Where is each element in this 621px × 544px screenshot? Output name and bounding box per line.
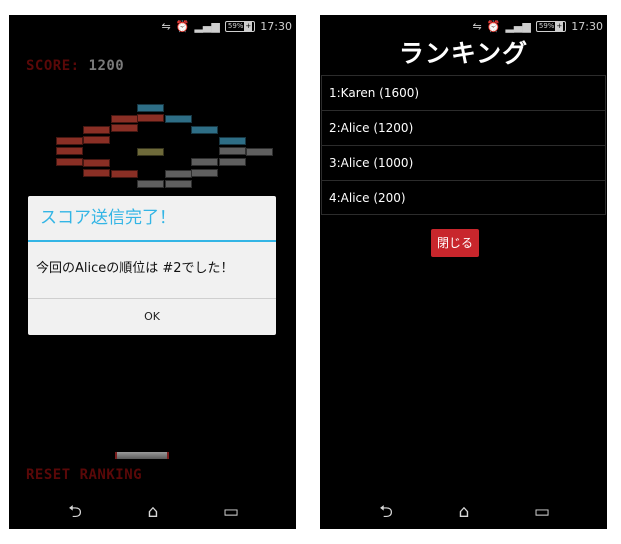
brick — [83, 136, 110, 144]
score-value: 1200 — [88, 58, 125, 74]
brick — [219, 147, 246, 155]
recents-icon[interactable]: ▭ — [522, 499, 562, 525]
game-screen: ⇋ ⏰ ▂▄▆ 59% + 17:30 SCORE: 1200 スコア送信完了！… — [9, 15, 296, 529]
ranking-row[interactable]: 2:Alice (1200) — [321, 110, 606, 145]
back-icon[interactable]: ⮌ — [55, 499, 95, 525]
brick — [137, 104, 164, 112]
brick — [111, 170, 138, 178]
clock: 17:30 — [260, 20, 292, 33]
nav-bar: ⮌ ⌂ ▭ — [320, 495, 607, 529]
brick — [219, 158, 246, 166]
battery-icon: 59% + — [535, 21, 567, 32]
ranking-row[interactable]: 4:Alice (200) — [321, 180, 606, 215]
brick — [83, 126, 110, 134]
battery-icon: 59% + — [224, 21, 256, 32]
alarm-icon: ⏰ — [486, 20, 501, 33]
brick — [165, 180, 192, 188]
vibrate-icon: ⇋ — [472, 20, 482, 33]
dialog-title: スコア送信完了！ — [28, 196, 276, 242]
brick — [219, 137, 246, 145]
vibrate-icon: ⇋ — [161, 20, 171, 33]
brick — [111, 124, 138, 132]
brick — [191, 158, 218, 166]
battery-level: 59% — [538, 22, 555, 30]
recents-icon[interactable]: ▭ — [211, 499, 251, 525]
brick — [111, 115, 138, 123]
brick — [56, 158, 83, 166]
ranking-row[interactable]: 3:Alice (1000) — [321, 145, 606, 180]
reset-ranking-button[interactable]: RESET RANKING — [26, 467, 142, 483]
brick — [191, 169, 218, 177]
home-icon[interactable]: ⌂ — [444, 499, 484, 525]
signal-icon: ▂▄▆ — [505, 20, 531, 33]
ranking-screen: ⇋ ⏰ ▂▄▆ 59% + 17:30 ランキング 1:Karen (1600) … — [320, 15, 607, 529]
brick — [165, 115, 192, 123]
paddle[interactable] — [115, 452, 169, 459]
clock: 17:30 — [571, 20, 603, 33]
ranking-row[interactable]: 1:Karen (1600) — [321, 75, 606, 110]
home-icon[interactable]: ⌂ — [133, 499, 173, 525]
brick — [83, 169, 110, 177]
alarm-icon: ⏰ — [175, 20, 190, 33]
ranking-title: ランキング — [398, 39, 529, 68]
ok-button[interactable]: OK — [28, 298, 276, 335]
score-sent-dialog: スコア送信完了！ 今回のAliceの順位は #2でした！ OK — [28, 196, 276, 335]
ranking-list: 1:Karen (1600) 2:Alice (1200) 3:Alice (1… — [321, 75, 606, 215]
battery-level: 59% — [227, 22, 244, 30]
score-label: SCORE: — [26, 58, 80, 74]
brick — [137, 114, 164, 122]
close-button[interactable]: 閉じる — [431, 229, 479, 257]
signal-icon: ▂▄▆ — [194, 20, 220, 33]
brick — [83, 159, 110, 167]
brick — [191, 126, 218, 134]
brick — [246, 148, 273, 156]
status-bar: ⇋ ⏰ ▂▄▆ 59% + 17:30 — [9, 15, 296, 37]
brick — [137, 180, 164, 188]
back-icon[interactable]: ⮌ — [366, 499, 406, 525]
nav-bar: ⮌ ⌂ ▭ — [9, 495, 296, 529]
score-display: SCORE: 1200 — [26, 58, 124, 74]
brick — [56, 147, 83, 155]
brick — [165, 170, 192, 178]
brick — [137, 148, 164, 156]
dialog-message: 今回のAliceの順位は #2でした！ — [36, 261, 234, 276]
brick — [56, 137, 83, 145]
